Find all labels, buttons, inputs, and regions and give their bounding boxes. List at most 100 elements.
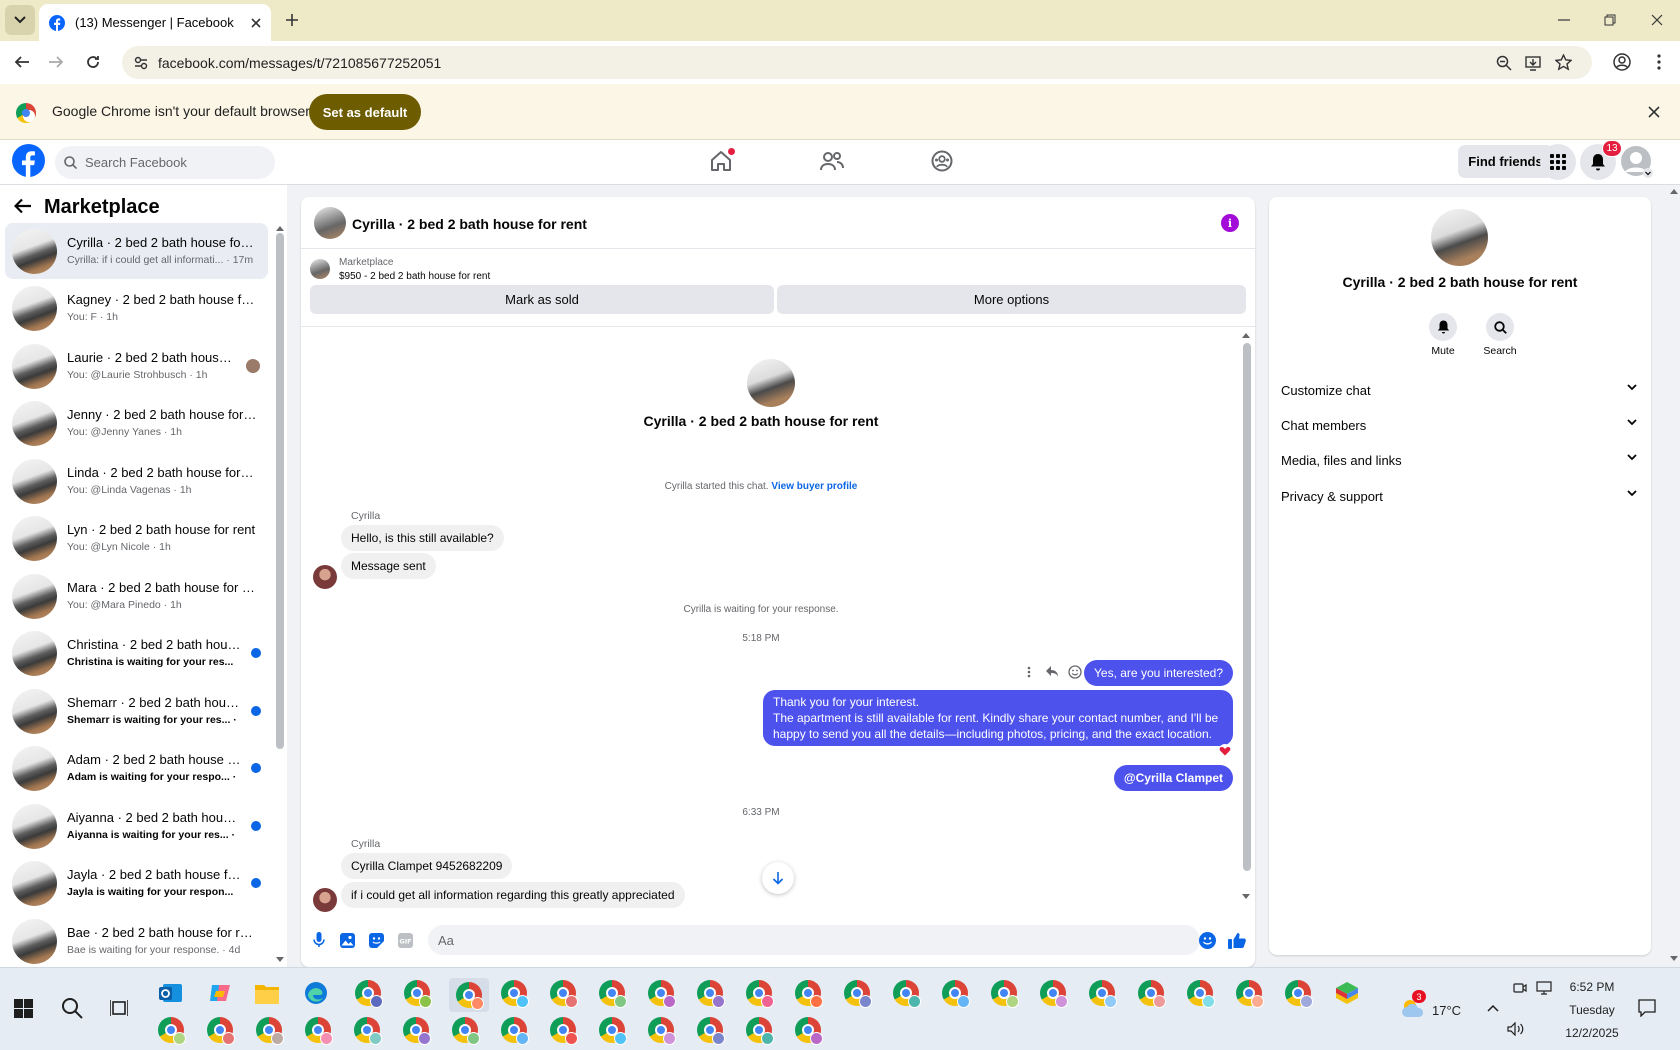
menu-button[interactable] (1540, 144, 1576, 180)
window-minimize-button[interactable] (1549, 5, 1579, 35)
chrome-window-icon[interactable] (1185, 978, 1215, 1008)
infobar-close-button[interactable] (1639, 97, 1669, 127)
chrome-window-icon[interactable] (401, 1015, 431, 1045)
chrome-window-icon[interactable] (499, 1015, 529, 1045)
set-as-default-button[interactable]: Set as default (309, 94, 421, 130)
view-buyer-profile-link[interactable]: View buyer profile (771, 481, 857, 492)
scroll-down-arrow-icon[interactable] (276, 957, 284, 962)
reply-icon[interactable] (1045, 665, 1059, 678)
outgoing-message[interactable]: Yes, are you interested? (1084, 660, 1233, 686)
conversation-item[interactable]: Jenny · 2 bed 2 bath house for rent You:… (5, 395, 268, 451)
start-button[interactable] (8, 993, 38, 1023)
scroll-up-arrow-icon[interactable] (276, 226, 284, 231)
bluestacks-app-icon[interactable] (1332, 978, 1362, 1008)
clock-date[interactable]: 12/2/2025 (1558, 1026, 1626, 1040)
sender-avatar[interactable] (313, 888, 337, 912)
forward-button[interactable] (41, 47, 71, 77)
conversation-item[interactable]: Shemarr · 2 bed 2 bath house for rent Sh… (5, 683, 268, 739)
chrome-window-icon[interactable] (1136, 978, 1166, 1008)
conversation-item[interactable]: Cyrilla · 2 bed 2 bath house for rent Cy… (5, 223, 268, 279)
conversation-item[interactable]: Kagney · 2 bed 2 bath house for rent You… (5, 280, 268, 336)
outlook-app-icon[interactable] (156, 978, 186, 1008)
heart-reaction-icon[interactable] (1218, 744, 1232, 757)
profile-button[interactable] (1607, 47, 1637, 77)
site-info-icon[interactable] (134, 56, 148, 70)
incoming-message[interactable]: Hello, is this still available? (341, 525, 504, 551)
like-button[interactable] (1227, 930, 1247, 950)
chrome-window-icon[interactable] (695, 978, 725, 1008)
page-scrollbar[interactable] (1667, 185, 1680, 967)
task-view-button[interactable] (104, 993, 134, 1023)
chat-scrollbar[interactable] (1243, 343, 1251, 871)
info-icon[interactable]: i (1221, 214, 1239, 232)
find-friends-button[interactable]: Find friends (1458, 145, 1553, 178)
friends-nav-button[interactable] (820, 151, 844, 171)
tab-search-button[interactable] (5, 5, 35, 35)
file-explorer-app-icon[interactable] (252, 978, 282, 1008)
privacy-support-row[interactable]: Privacy & support (1281, 481, 1637, 511)
sender-avatar[interactable] (313, 565, 337, 589)
chat-avatar[interactable] (314, 207, 346, 239)
chrome-window-icon[interactable] (156, 1015, 186, 1045)
chrome-window-icon[interactable] (205, 1015, 235, 1045)
chrome-window-icon[interactable] (353, 978, 383, 1008)
chrome-window-icon[interactable] (303, 1015, 333, 1045)
scroll-up-arrow-icon[interactable] (1242, 333, 1250, 338)
meet-now-icon[interactable] (1513, 981, 1527, 995)
outgoing-message[interactable]: Thank you for your interest. The apartme… (763, 690, 1233, 746)
chrome-window-icon[interactable] (597, 1015, 627, 1045)
reload-button[interactable] (78, 47, 108, 77)
chrome-window-icon[interactable] (1038, 978, 1068, 1008)
chrome-window-icon[interactable] (793, 1015, 823, 1045)
chrome-window-icon[interactable] (940, 978, 970, 1008)
chrome-window-icon[interactable] (450, 1015, 480, 1045)
chrome-window-icon[interactable] (793, 978, 823, 1008)
conversation-item[interactable]: Linda · 2 bed 2 bath house for rent You:… (5, 453, 268, 509)
customize-chat-row[interactable]: Customize chat (1281, 375, 1637, 405)
conversation-item[interactable]: Bae · 2 bed 2 bath house for rent Bae is… (5, 913, 268, 967)
chrome-window-icon[interactable] (548, 978, 578, 1008)
taskbar-search-button[interactable] (57, 993, 87, 1023)
chrome-window-icon[interactable] (891, 978, 921, 1008)
media-files-links-row[interactable]: Media, files and links (1281, 445, 1637, 475)
notifications-button[interactable]: 13 (1580, 140, 1622, 180)
chrome-window-icon[interactable] (254, 1015, 284, 1045)
new-tab-button[interactable] (277, 5, 307, 35)
edge-app-icon[interactable] (301, 978, 331, 1008)
back-arrow-button[interactable] (14, 198, 32, 214)
bookmark-star-icon[interactable] (1555, 54, 1572, 71)
chrome-window-icon[interactable] (1087, 978, 1117, 1008)
attach-photo-button[interactable] (337, 930, 357, 950)
message-input[interactable]: Aa (428, 925, 1200, 955)
network-icon[interactable] (1536, 981, 1552, 995)
notification-center-button[interactable] (1632, 993, 1662, 1023)
conversation-item[interactable]: Jayla · 2 bed 2 bath house for rent Jayl… (5, 855, 268, 911)
chrome-window-icon[interactable] (597, 978, 627, 1008)
chrome-window-icon[interactable] (1283, 978, 1313, 1008)
sticker-button[interactable] (366, 930, 386, 950)
chat-members-row[interactable]: Chat members (1281, 410, 1637, 440)
chrome-window-icon[interactable] (548, 1015, 578, 1045)
incoming-message[interactable]: Message sent (341, 553, 436, 579)
conversation-item[interactable]: Aiyanna · 2 bed 2 bath house for rent Ai… (5, 798, 268, 854)
mute-button[interactable] (1429, 313, 1457, 341)
gif-button[interactable]: GIF (395, 930, 415, 950)
tab-close-icon[interactable] (251, 17, 261, 28)
chrome-window-icon[interactable] (352, 1015, 382, 1045)
facebook-logo-icon[interactable] (12, 144, 45, 177)
clock-time[interactable]: 6:52 PM (1562, 980, 1622, 994)
conversation-item[interactable]: Christina · 2 bed 2 bath house for rent … (5, 625, 268, 681)
react-emoji-icon[interactable] (1068, 665, 1082, 679)
browser-tab-active[interactable]: (13) Messenger | Facebook (39, 4, 271, 41)
more-options-button[interactable]: More options (777, 285, 1246, 314)
chat-title[interactable]: Cyrilla · 2 bed 2 bath house for rent (352, 216, 587, 232)
temperature-text[interactable]: 17°C (1432, 1003, 1461, 1018)
incoming-message[interactable]: if i could get all information regarding… (341, 882, 685, 908)
emoji-button[interactable] (1197, 930, 1217, 950)
window-close-button[interactable] (1642, 5, 1672, 35)
listing-thumbnail[interactable] (310, 259, 330, 279)
search-in-conversation-button[interactable] (1486, 313, 1514, 341)
account-button[interactable] (1620, 145, 1654, 179)
conversation-item[interactable]: Adam · 2 bed 2 bath house for rent Adam … (5, 740, 268, 796)
voice-clip-button[interactable] (309, 930, 329, 950)
